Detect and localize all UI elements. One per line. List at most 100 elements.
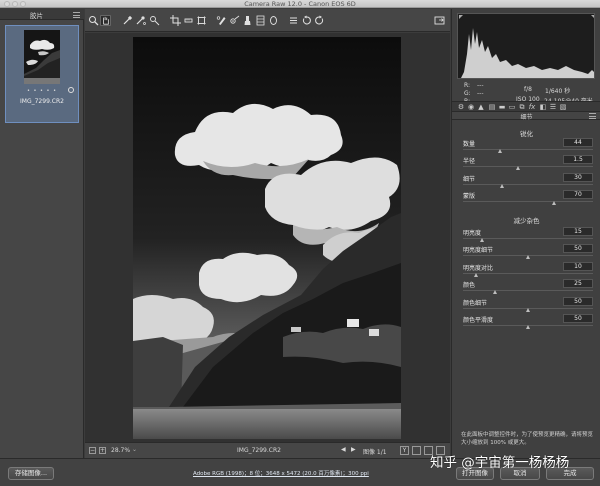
filmstrip-thumbnail[interactable]: • • • • • IMG_7299.CR2 — [5, 25, 79, 123]
adjustments-panel: R: --- G: --- B: --- f/8 1/640 秒 ISO 100… — [451, 9, 600, 458]
tab-basic-icon[interactable]: ⚙ — [457, 103, 465, 111]
noise-slider-thumb[interactable] — [473, 272, 478, 277]
tab-transform-icon[interactable]: ⧉ — [518, 103, 526, 111]
tab-detail-icon[interactable]: ▲ — [477, 103, 485, 111]
sharpening-slider-track[interactable] — [463, 166, 593, 168]
g-value: --- — [477, 90, 484, 97]
sharpening-slider-label: 数量 — [463, 141, 476, 148]
tab-calibration-icon[interactable]: ◧ — [539, 103, 547, 111]
tab-snapshots-icon[interactable]: ▧ — [559, 103, 567, 111]
sharpening-slider-value[interactable]: 30 — [563, 172, 593, 182]
sharpening-slider-label: 半径 — [463, 158, 476, 166]
transform-icon[interactable] — [196, 15, 207, 26]
settings-applied-icon — [68, 87, 74, 93]
target-adjust-icon[interactable] — [149, 15, 160, 26]
filmstrip-menu-icon[interactable] — [73, 12, 80, 18]
noise-slider-thumb[interactable] — [525, 325, 530, 329]
sharpening-slider-track[interactable] — [463, 149, 593, 150]
tab-split-tone-icon[interactable]: ▬ — [498, 103, 506, 111]
preview-filename: IMG_7299.CR2 — [237, 447, 281, 454]
panel-hint: 在此面板中调整控件时，为了使预览更精确，请将预览大小缩放到 100% 或更大。 — [461, 432, 594, 446]
prev-image-icon[interactable]: ◀ — [341, 446, 346, 453]
preview-canvas[interactable] — [85, 33, 450, 442]
filmstrip-header: 胶片 — [0, 9, 84, 20]
straighten-icon[interactable] — [183, 15, 194, 26]
before-after-swap-icon[interactable] — [412, 446, 421, 455]
shutter-speed: 1/640 秒 — [545, 88, 571, 95]
sharpening-slider-thumb[interactable] — [499, 183, 504, 188]
sharpening-slider-thumb[interactable] — [498, 149, 503, 153]
preferences-icon[interactable] — [288, 15, 299, 26]
noise-slider-track[interactable] — [463, 272, 593, 274]
histogram — [457, 13, 595, 79]
noise-slider-label: 明亮度对比 — [463, 264, 494, 272]
fullscreen-icon[interactable] — [434, 15, 445, 26]
noise-slider-value[interactable]: 15 — [563, 227, 593, 236]
r-label: R: — [464, 82, 471, 89]
spot-removal-icon[interactable] — [216, 15, 227, 26]
before-after-y-icon[interactable]: Y — [400, 446, 409, 455]
tab-lens-icon[interactable]: ▭ — [508, 103, 516, 111]
noise-slider-value[interactable]: 25 — [563, 279, 593, 289]
tab-hsl-icon[interactable]: ▤ — [488, 103, 496, 111]
zoom-level[interactable]: 28.7% — [111, 447, 130, 454]
radial-filter-icon[interactable] — [268, 15, 279, 26]
r-value: --- — [477, 82, 484, 89]
hand-icon[interactable] — [100, 15, 111, 26]
noise-slider-value[interactable]: 50 — [563, 244, 593, 254]
noise-heading: 减少杂色 — [513, 217, 540, 225]
watermark: 知乎 @宇宙第一杨杨杨 — [430, 455, 570, 471]
toolbar — [85, 9, 450, 32]
image-counter: 图像 1/1 — [363, 449, 387, 456]
sharpening-slider-thumb[interactable] — [551, 200, 556, 205]
zoom-out-button[interactable]: − — [89, 447, 96, 454]
noise-slider-thumb[interactable] — [525, 255, 530, 260]
sharpening-slider-track[interactable] — [463, 200, 593, 202]
noise-slider-thumb[interactable] — [525, 307, 530, 312]
thumbnail-image — [24, 30, 60, 84]
sharpening-slider-value[interactable]: 1.5 — [563, 155, 593, 165]
graduated-filter-icon[interactable] — [255, 15, 266, 26]
preview-image — [133, 37, 401, 439]
color-sampler-icon[interactable] — [135, 15, 146, 26]
adjustment-brush-icon[interactable] — [242, 15, 253, 26]
filmstrip-title: 胶片 — [30, 12, 43, 20]
title-bar: Camera Raw 12.0 - Canon EOS 6D — [0, 0, 600, 8]
noise-slider-label: 颜色平滑度 — [463, 317, 494, 324]
panel-header: 细节 — [452, 112, 600, 121]
save-image-button[interactable]: 存储图像... — [8, 467, 54, 480]
red-eye-icon[interactable] — [229, 15, 240, 26]
g-label: G: — [464, 90, 471, 97]
noise-slider-value[interactable]: 50 — [563, 296, 593, 306]
zoom-icon[interactable] — [88, 15, 99, 26]
noise-slider-label: 颜色 — [463, 282, 476, 290]
filmstrip-panel: 胶片 • • • • • IMG_7299.CR2 — [0, 9, 84, 458]
panel-menu-icon[interactable] — [589, 113, 596, 119]
noise-slider-value[interactable]: 50 — [563, 314, 593, 323]
noise-slider-thumb[interactable] — [493, 290, 497, 295]
noise-slider-value[interactable]: 10 — [563, 261, 593, 271]
panel-title: 细节 — [520, 114, 533, 121]
sharpening-slider-value[interactable]: 44 — [563, 138, 593, 147]
zoom-dropdown-icon[interactable]: ⌄ — [132, 446, 137, 453]
sharpening-slider-value[interactable]: 70 — [563, 189, 593, 199]
white-balance-icon[interactable] — [122, 15, 133, 26]
sharpening-slider-thumb[interactable] — [516, 166, 521, 171]
sharpening-slider-track[interactable] — [463, 183, 593, 185]
next-image-icon[interactable]: ▶ — [351, 446, 356, 453]
window-title: Camera Raw 12.0 - Canon EOS 6D — [244, 0, 356, 8]
rotate-ccw-icon[interactable] — [301, 15, 312, 26]
noise-slider-thumb[interactable] — [480, 238, 484, 242]
tab-presets-icon[interactable]: ☰ — [549, 103, 557, 111]
zoom-in-button[interactable]: + — [99, 447, 106, 454]
sharpening-slider-label: 细节 — [463, 175, 476, 183]
zoom-bar: − + 28.7% ⌄ IMG_7299.CR2 ◀ ▶ 图像 1/1 Y — [85, 442, 450, 458]
tab-effects-icon[interactable]: fx — [528, 103, 536, 111]
rotate-cw-icon[interactable] — [314, 15, 325, 26]
noise-slider-track[interactable] — [463, 290, 593, 292]
crop-icon[interactable] — [170, 15, 181, 26]
workflow-options-link[interactable]: Adobe RGB (1998)；8 位；3648 x 5472 (20.0 百… — [193, 469, 369, 477]
tab-tone-curve-icon[interactable]: ◉ — [467, 103, 475, 111]
aperture: f/8 — [524, 86, 532, 93]
noise-slider-label: 明亮度 — [463, 230, 482, 237]
